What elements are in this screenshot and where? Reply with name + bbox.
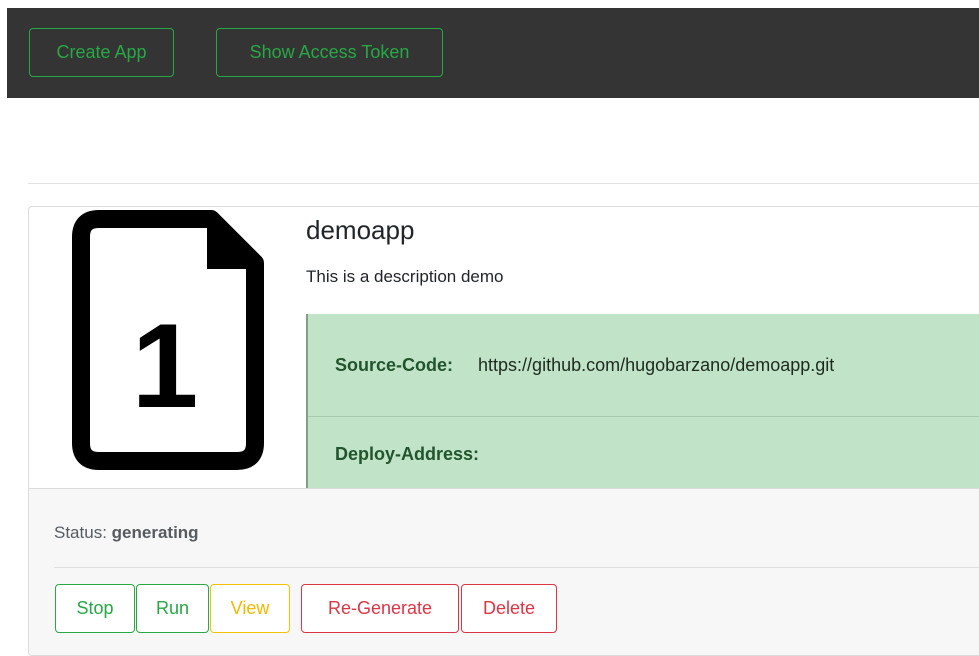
source-code-url: https://github.com/hugobarzano/demoapp.g… [478,355,835,375]
regenerate-button[interactable]: Re-Generate [301,584,459,633]
view-button[interactable]: View [210,584,290,633]
deploy-address-label: Deploy-Address: [335,444,480,464]
stop-button[interactable]: Stop [55,584,135,633]
source-code-label: Source-Code: [335,355,454,375]
section-divider [28,183,979,184]
app-description: This is a description demo [306,267,504,286]
file-icon: 1 [72,210,264,470]
footer-divider [54,567,979,568]
top-navbar: Create App Show Access Token [7,8,979,98]
app-name: demoapp [306,215,415,245]
run-button[interactable]: Run [136,584,209,633]
create-app-button[interactable]: Create App [29,28,174,77]
status-label: Status: [54,523,107,542]
app-card: 1 demoapp This is a description demo Sou… [28,206,979,656]
card-footer: Status: generating Stop Run View Re-Gene… [29,488,979,655]
app-info-box: Source-Code: https://github.com/hugobarz… [306,314,979,488]
deploy-address-row: Deploy-Address: [308,417,979,487]
delete-button[interactable]: Delete [461,584,557,633]
show-access-token-button[interactable]: Show Access Token [216,28,443,77]
file-icon-number: 1 [132,299,199,433]
status-value: generating [111,523,199,542]
source-code-row: Source-Code: https://github.com/hugobarz… [308,314,979,417]
status-text: Status: generating [54,523,199,543]
